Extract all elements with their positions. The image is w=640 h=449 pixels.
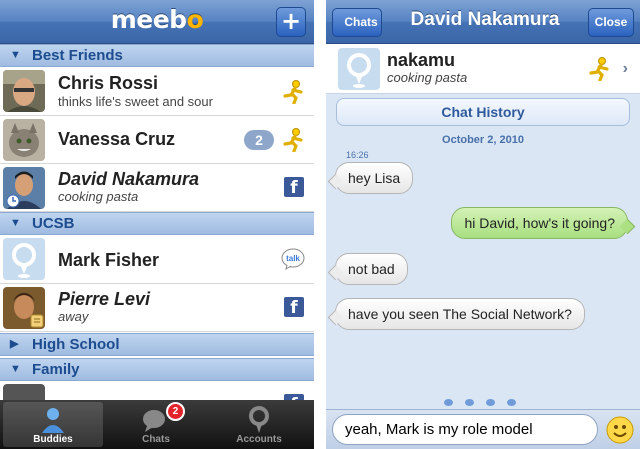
meebo-logo: meebo	[110, 5, 204, 34]
group-title: High School	[32, 336, 120, 353]
expand-triangle-icon: ▶	[10, 338, 19, 350]
default-avatar-icon	[338, 48, 380, 90]
chat-navbar: Chats David Nakamura Close	[326, 0, 640, 44]
buddy-status: away	[58, 309, 89, 324]
buddy-name: Chris Rossi	[58, 73, 159, 93]
accounts-icon	[249, 406, 269, 433]
collapse-triangle-icon: ▼	[10, 49, 21, 61]
chat-date: October 2, 2010	[442, 134, 524, 146]
group-header-ucsb[interactable]: ▼ UCSB	[0, 212, 314, 235]
aim-icon	[283, 80, 303, 104]
message-timestamp: 16:26	[346, 150, 369, 160]
buddy-row-pierre-levi[interactable]: Pierre Levi away f	[0, 284, 314, 332]
buddy-row-chris-rossi[interactable]: Chris Rossi thinks life's sweet and sour	[0, 67, 314, 116]
incoming-message: hey Lisa	[335, 162, 414, 194]
incoming-message: not bad	[335, 253, 408, 285]
message-compose-bar: yeah, Mark is my role model	[326, 409, 640, 449]
buddy-list-navbar: meebo +	[0, 0, 314, 44]
outgoing-message: hi David, how's it going?	[451, 207, 628, 239]
tab-accounts[interactable]: Accounts	[209, 402, 309, 447]
back-to-chats-button[interactable]: Chats	[332, 8, 382, 37]
group-header-family[interactable]: ▼ Family	[0, 358, 314, 381]
buddy-status: thinks life's sweet and sour	[58, 94, 213, 109]
group-header-best-friends[interactable]: ▼ Best Friends	[0, 44, 314, 67]
contact-status: cooking pasta	[387, 70, 468, 85]
default-avatar-icon	[3, 238, 45, 280]
avatar	[3, 287, 45, 329]
tab-buddies[interactable]: Buddies	[3, 402, 103, 447]
incoming-message: have you seen The Social Network?	[335, 298, 585, 330]
collapse-triangle-icon: ▼	[10, 217, 21, 229]
buddy-row-david-nakamura[interactable]: David Nakamura cooking pasta f	[0, 164, 314, 212]
contact-handle: nakamu	[387, 50, 456, 70]
chats-badge: 2	[166, 402, 185, 421]
group-header-high-school[interactable]: ▶ High School	[0, 333, 314, 356]
avatar	[3, 167, 45, 209]
chat-screen: Chats David Nakamura Close nakamu cookin…	[326, 0, 640, 449]
smiley-icon[interactable]	[606, 416, 634, 444]
group-title: Family	[32, 361, 80, 378]
collapse-triangle-icon: ▼	[10, 363, 21, 375]
group-title: Best Friends	[32, 47, 123, 64]
buddy-name: Vanessa Cruz	[58, 129, 176, 149]
chat-title: David Nakamura	[410, 9, 560, 30]
chevron-right-icon: ›	[622, 60, 628, 77]
buddy-row-mark-fisher[interactable]: Mark Fisher talk	[0, 235, 314, 284]
buddy-name: Pierre Levi	[58, 289, 151, 309]
buddy-list-screen: meebo + ▼ Best Friends Chris Rossi think…	[0, 0, 314, 449]
facebook-icon: f	[284, 177, 304, 198]
group-title: UCSB	[32, 215, 75, 232]
avatar	[3, 70, 45, 112]
svg-text:talk: talk	[286, 254, 300, 263]
tab-bar: Buddies 2 Chats Accounts	[0, 400, 314, 449]
buddy-name: Mark Fisher	[58, 250, 160, 270]
add-button[interactable]: +	[276, 7, 306, 37]
buddies-icon	[42, 408, 64, 433]
buddy-name: David Nakamura	[58, 169, 200, 189]
facebook-icon: f	[284, 297, 304, 318]
avatar	[3, 119, 45, 161]
aim-icon	[589, 57, 609, 81]
chat-history-button[interactable]: Chat History	[336, 98, 630, 126]
buddy-row-vanessa-cruz[interactable]: Vanessa Cruz 2	[0, 116, 314, 164]
close-chat-button[interactable]: Close	[588, 8, 634, 37]
tab-chats[interactable]: 2 Chats	[106, 402, 206, 447]
aim-icon	[283, 128, 303, 152]
unread-count-badge: 2	[244, 130, 274, 150]
message-input[interactable]: yeah, Mark is my role model	[332, 414, 598, 445]
gtalk-icon: talk	[281, 248, 305, 270]
buddy-status: cooking pasta	[58, 189, 139, 204]
contact-card[interactable]: nakamu cooking pasta ›	[326, 44, 640, 94]
